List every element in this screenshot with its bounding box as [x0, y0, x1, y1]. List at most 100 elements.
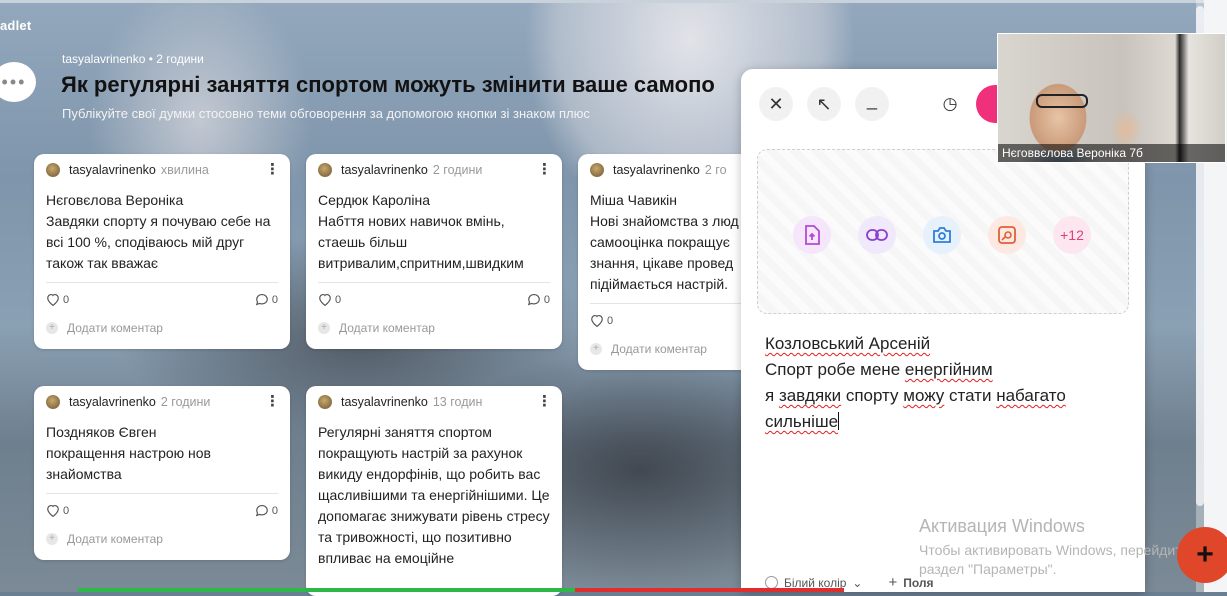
expand-button[interactable]: ↖	[807, 87, 841, 121]
windows-activation-watermark: Активация Windows Чтобы активировать Win…	[919, 516, 1201, 579]
like-button[interactable]: 0	[318, 293, 341, 306]
divider	[318, 282, 550, 283]
editor-line-3a: я	[765, 386, 779, 405]
avatar	[46, 395, 60, 409]
page-subtitle: Публікуйте свої думки стосовно теми обго…	[62, 106, 590, 121]
minimize-button[interactable]: _	[855, 87, 889, 121]
text-caret	[838, 412, 840, 430]
link-button[interactable]	[858, 216, 896, 254]
post-title: Поздняков Євген	[46, 424, 157, 440]
avatar	[46, 163, 60, 177]
padlet-logo[interactable]: adlet	[0, 18, 31, 33]
editor-line-3c: спорту	[841, 386, 904, 405]
expand-arrow-icon: ↖	[816, 93, 832, 114]
page-title: Як регулярні заняття спортом можуть змін…	[61, 72, 715, 97]
more-options-icon[interactable]: ⋮	[537, 394, 552, 409]
post-author: tasyalavrinenko	[613, 163, 700, 177]
comment-count-button[interactable]: 0	[527, 293, 550, 306]
progress-green-segment	[78, 588, 576, 592]
like-button[interactable]: 0	[590, 314, 613, 327]
comment-count: 0	[271, 504, 278, 517]
editor-line-3d: можу	[903, 386, 945, 405]
upload-file-button[interactable]	[793, 216, 831, 254]
close-button[interactable]: ✕	[759, 87, 793, 121]
post-text: Набття нових навичок вмінь, стаешь більш…	[318, 213, 524, 271]
post-title: Нєговєлова Вероніка	[46, 192, 184, 208]
schedule-button[interactable]: ◷	[933, 87, 967, 121]
post-text: Нові знайомства з люд самооцінка покращує…	[590, 213, 739, 292]
chevron-down-icon: ⌄	[852, 575, 863, 590]
editor-line-1: Козловський Арсеній	[765, 334, 931, 353]
post-header: tasyalavrinenko 2 години ⋮	[46, 394, 280, 410]
add-comment-label: Додати коментар	[67, 532, 163, 546]
camera-button[interactable]	[923, 216, 961, 254]
post-text: Завдяки спорту я почуваю себе на всі 100…	[46, 213, 271, 271]
avatar	[590, 163, 604, 177]
activation-title: Активация Windows	[919, 516, 1085, 536]
like-count: 0	[63, 293, 70, 306]
heart-icon	[591, 314, 603, 327]
editor-line-3f: набагато	[996, 386, 1066, 405]
browser-top-line	[0, 0, 1227, 3]
comment-icon	[255, 504, 268, 517]
glasses-shape	[1036, 94, 1088, 108]
more-attachments-button[interactable]: +12	[1053, 216, 1091, 254]
attachment-dropzone[interactable]: +12	[757, 149, 1129, 314]
more-options-icon[interactable]: ⋮	[265, 394, 280, 409]
post-body: Нєговєлова Вероніка Завдяки спорту я поч…	[46, 190, 278, 274]
add-comment-label: Додати коментар	[611, 342, 707, 356]
post-card[interactable]: tasyalavrinenko 2 години ⋮ Поздняков Євг…	[34, 386, 290, 560]
post-author: tasyalavrinenko	[341, 395, 428, 409]
progress-bar	[78, 588, 844, 592]
like-count: 0	[335, 293, 342, 306]
close-icon: ✕	[768, 93, 784, 114]
board-dot: •	[148, 52, 153, 66]
post-time: 13 годин	[432, 395, 483, 409]
post-card[interactable]: tasyalavrinenko 2 години ⋮ Сердюк Каролі…	[306, 154, 562, 349]
plus-icon: +	[46, 533, 58, 545]
post-title: Сердюк Кароліна	[318, 192, 431, 208]
add-comment-button[interactable]: + Додати коментар	[590, 342, 707, 356]
add-post-button[interactable]: +	[1177, 527, 1227, 583]
post-card[interactable]: tasyalavrinenko 13 годин ⋮ Регулярні зан…	[306, 386, 562, 596]
post-header: tasyalavrinenko 13 годин ⋮	[318, 394, 552, 410]
post-author: tasyalavrinenko	[69, 395, 156, 409]
add-comment-button[interactable]: + Додати коментар	[46, 321, 163, 335]
like-count: 0	[607, 314, 614, 327]
post-header: tasyalavrinenko хвилина ⋮	[46, 162, 280, 178]
post-card[interactable]: tasyalavrinenko хвилина ⋮ Нєговєлова Вер…	[34, 154, 290, 349]
plus-icon: +	[318, 322, 330, 334]
reactions-row: 0 0	[318, 293, 550, 306]
post-time: 2 години	[160, 395, 211, 409]
reactions-row: 0 0	[46, 504, 278, 517]
comment-count-button[interactable]: 0	[255, 504, 278, 517]
progress-red-segment	[575, 588, 844, 592]
plus-icon: +	[888, 574, 898, 591]
post-author: tasyalavrinenko	[69, 163, 156, 177]
minimize-icon: _	[866, 89, 877, 110]
plus-icon: +	[46, 322, 58, 334]
image-search-button[interactable]	[988, 216, 1026, 254]
schedule-clock-icon: ◷	[942, 94, 958, 113]
reactions-row: 0 0	[46, 293, 278, 306]
heart-icon	[319, 293, 331, 306]
editor-line-4: сильніше	[765, 412, 839, 431]
board-author: tasyalavrinenko	[62, 52, 146, 66]
more-options-icon[interactable]: ⋮	[265, 162, 280, 177]
like-button[interactable]: 0	[46, 293, 69, 306]
add-comment-label: Додати коментар	[67, 321, 163, 335]
post-header: tasyalavrinenko 2 години ⋮	[318, 162, 552, 178]
editor-line-3b: завдяки	[778, 386, 842, 405]
post-title: Міша Чавикін	[590, 192, 678, 208]
heart-icon	[47, 293, 59, 306]
video-call-overlay[interactable]: Нєговвєлова Вероніка 7б	[997, 33, 1226, 163]
like-button[interactable]: 0	[46, 504, 69, 517]
comment-count-button[interactable]: 0	[255, 293, 278, 306]
add-comment-button[interactable]: + Додати коментар	[46, 532, 163, 546]
upload-file-icon	[805, 225, 820, 245]
divider	[46, 493, 278, 494]
post-text-editor[interactable]: Козловський Арсеній Спорт робе мене енер…	[765, 331, 1125, 435]
more-options-icon[interactable]: ⋮	[537, 162, 552, 177]
add-comment-button[interactable]: + Додати коментар	[318, 321, 435, 335]
link-icon	[866, 229, 888, 241]
